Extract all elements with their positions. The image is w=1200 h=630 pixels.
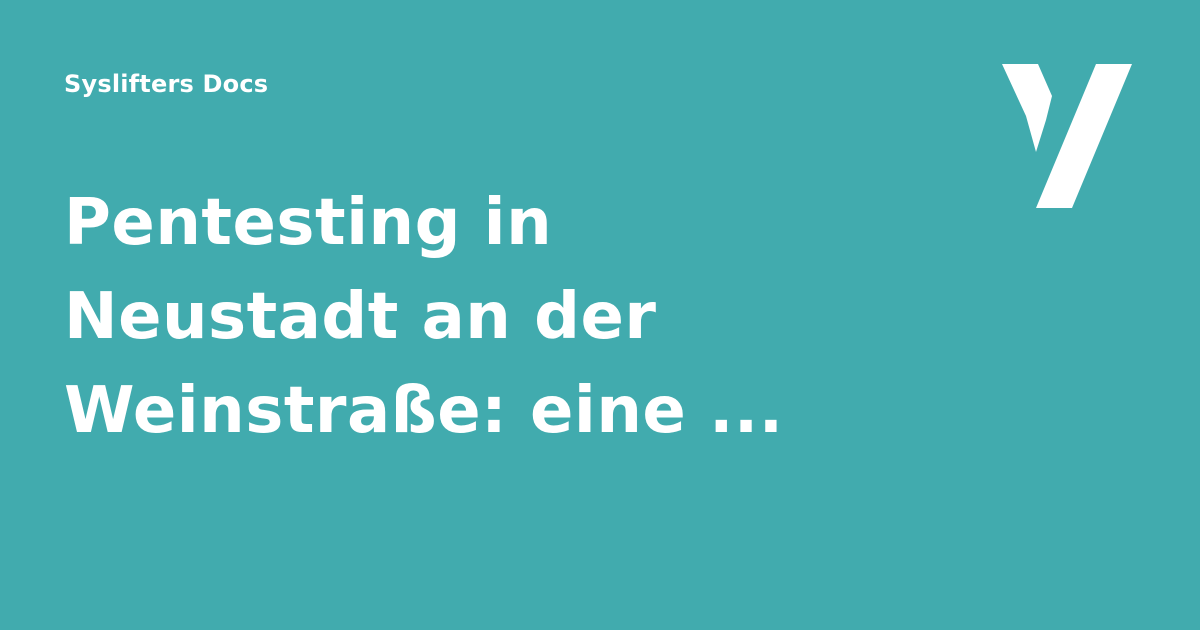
title-line: Pentesting in [64, 186, 553, 260]
title-line: Weinstraße: eine ... [64, 374, 784, 448]
title-line: Neustadt an der [64, 280, 657, 354]
social-card: Syslifters Docs Pentesting in Neustadt a… [0, 0, 1200, 630]
page-title: Pentesting in Neustadt an der Weinstraße… [64, 176, 904, 458]
site-name: Syslifters Docs [64, 70, 269, 98]
syslifters-y-logo-icon [1002, 64, 1132, 208]
